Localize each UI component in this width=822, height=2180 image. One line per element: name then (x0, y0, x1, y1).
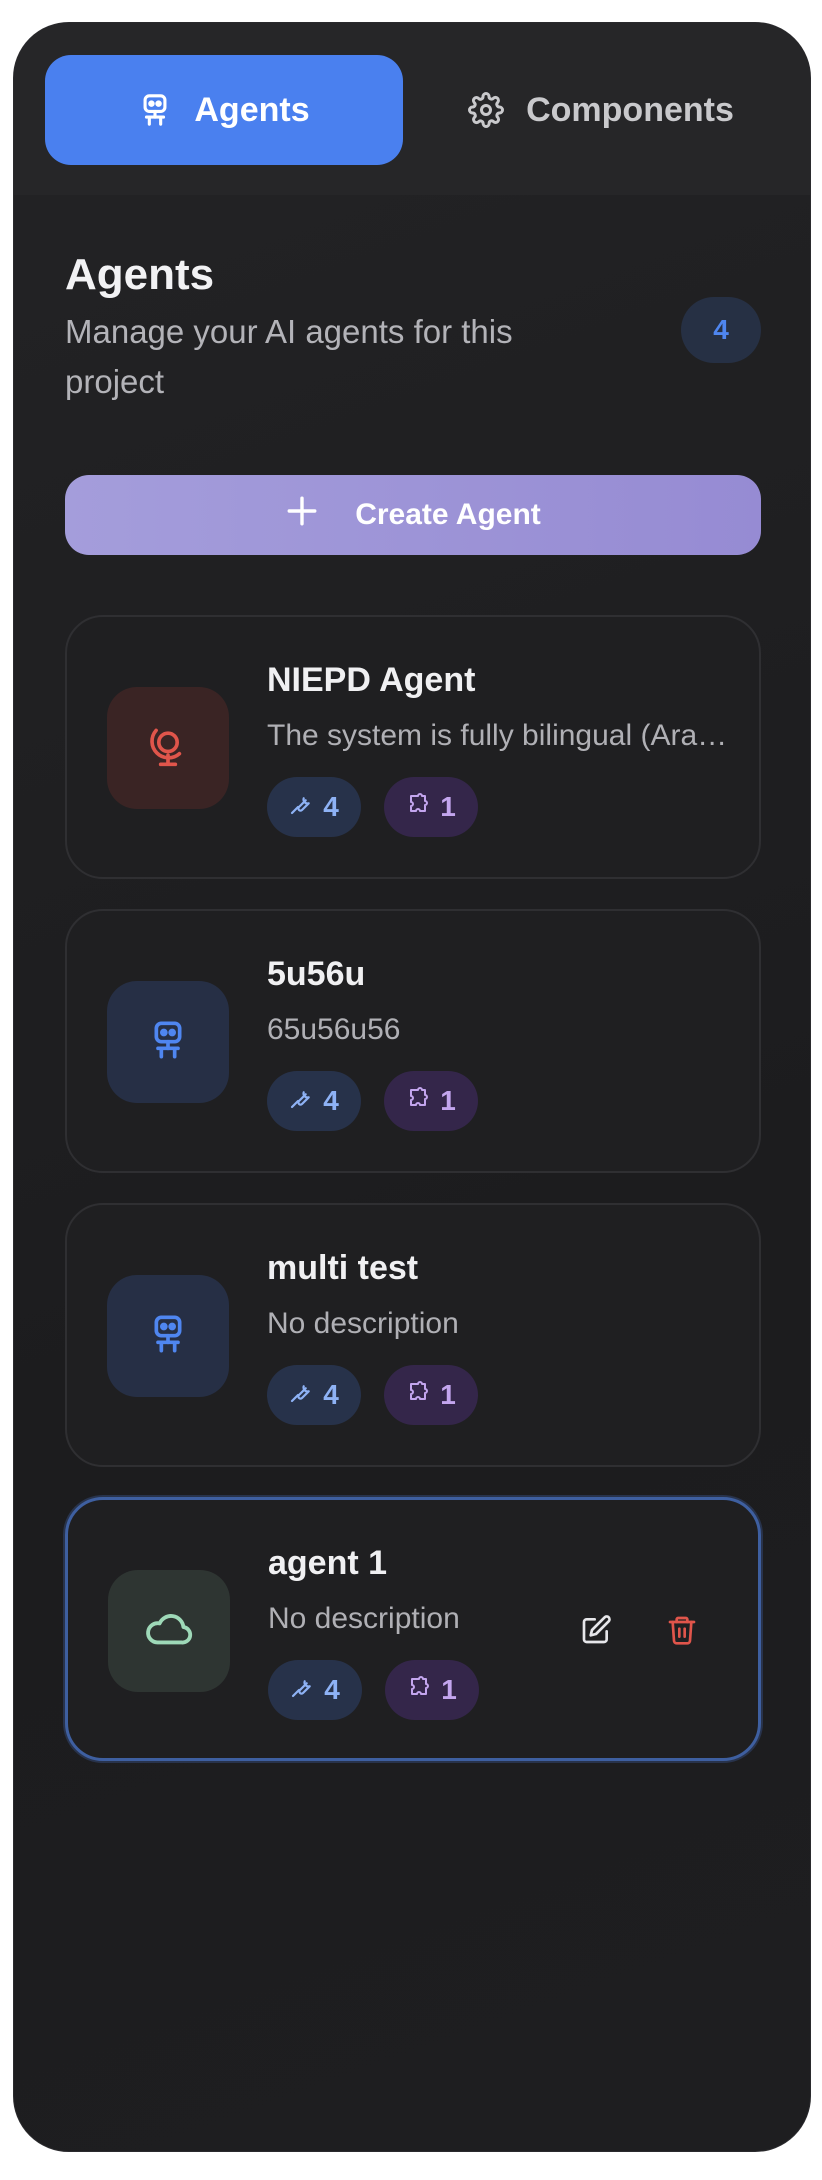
agents-panel: Agents Components Agents Manage your AI … (13, 22, 811, 2152)
page-header: Agents Manage your AI agents for this pr… (65, 249, 765, 407)
plus-icon (285, 494, 319, 536)
agent-name: multi test (267, 1249, 419, 1287)
components-count-chip: 1 (384, 1071, 478, 1131)
gear-icon (468, 92, 505, 128)
puzzle-icon (406, 791, 430, 823)
tab-bar: Agents Components (14, 23, 810, 195)
components-count: 1 (440, 791, 456, 822)
agent-name: 5u56u (267, 955, 366, 993)
create-agent-label: Create Agent (355, 498, 541, 531)
tools-count-chip: 4 (267, 1071, 361, 1131)
agent-name: NIEPD Agent (267, 661, 476, 699)
agent-card[interactable]: 5u56u 65u56u56 4 1 (65, 909, 761, 1173)
components-count-chip: 1 (384, 1365, 478, 1425)
pencil-icon (580, 1614, 612, 1651)
tools-count-chip: 4 (268, 1660, 362, 1720)
delete-agent-button[interactable] (654, 1604, 710, 1660)
components-count: 1 (440, 1379, 456, 1410)
create-agent-button[interactable]: Create Agent (65, 475, 761, 555)
agent-avatar (107, 1275, 229, 1397)
agent-avatar (107, 981, 229, 1103)
agent-avatar (108, 1570, 230, 1692)
wrench-icon (290, 1674, 314, 1706)
puzzle-icon (406, 1085, 430, 1117)
agent-description: No description (268, 1602, 460, 1635)
components-count: 1 (440, 1085, 456, 1116)
agent-card-selected[interactable]: agent 1 No description 4 1 (65, 1497, 761, 1761)
agent-description: 65u56u56 (267, 1013, 401, 1046)
agent-description: No description (267, 1307, 459, 1340)
tab-agents-label: Agents (194, 90, 310, 129)
tab-agents[interactable]: Agents (45, 55, 403, 165)
tools-count-chip: 4 (267, 1365, 361, 1425)
puzzle-icon (407, 1674, 431, 1706)
agent-name: agent 1 (268, 1544, 388, 1582)
components-count-chip: 1 (384, 777, 478, 837)
agent-avatar (107, 687, 229, 809)
robot-icon (138, 91, 172, 129)
wrench-icon (289, 791, 313, 823)
tools-count: 4 (323, 1379, 339, 1410)
page-title: Agents (65, 250, 215, 299)
globe-stand-icon (146, 721, 190, 776)
wrench-icon (289, 1085, 313, 1117)
tab-components-label: Components (526, 90, 734, 129)
agent-count-badge: 4 (681, 297, 761, 363)
tools-count: 4 (323, 791, 339, 822)
puzzle-icon (406, 1379, 430, 1411)
agent-card[interactable]: multi test No description 4 1 (65, 1203, 761, 1467)
trash-icon (666, 1614, 698, 1651)
robot-icon (148, 1017, 188, 1068)
tools-count-chip: 4 (267, 777, 361, 837)
tab-components[interactable]: Components (422, 55, 780, 165)
cloud-icon (144, 1609, 194, 1654)
agent-card[interactable]: NIEPD Agent The system is fully bilingua… (65, 615, 761, 879)
tools-count: 4 (324, 1674, 340, 1705)
components-count: 1 (441, 1674, 457, 1705)
components-count-chip: 1 (385, 1660, 479, 1720)
agent-description: The system is fully bilingual (Arabic an… (267, 719, 729, 752)
page-subtitle: Manage your AI agents for this project (65, 313, 513, 400)
tools-count: 4 (323, 1085, 339, 1116)
robot-icon (148, 1311, 188, 1362)
wrench-icon (289, 1379, 313, 1411)
edit-agent-button[interactable] (568, 1604, 624, 1660)
